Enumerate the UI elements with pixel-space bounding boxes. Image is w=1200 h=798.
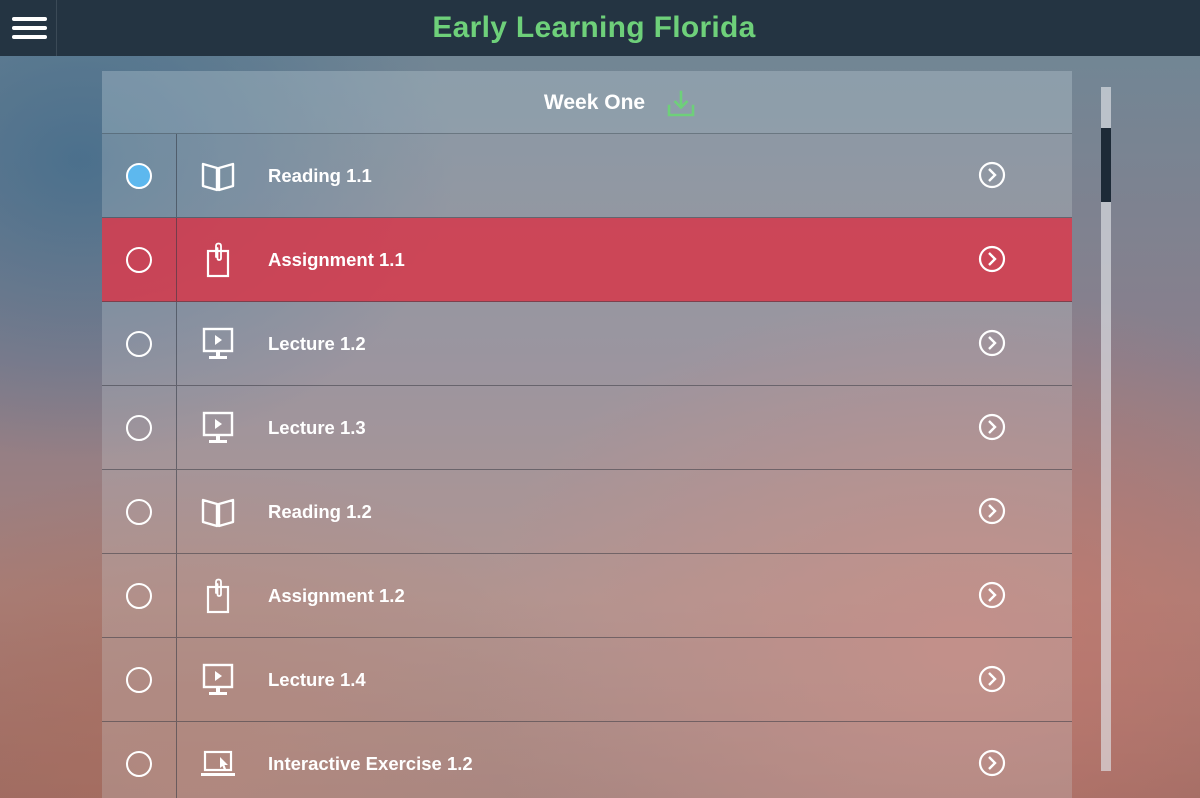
- open-book-icon: [200, 158, 236, 194]
- list-item[interactable]: Lecture 1.2: [102, 302, 1072, 386]
- week-header: Week One: [102, 71, 1072, 134]
- list-item[interactable]: Assignment 1.2: [102, 554, 1072, 638]
- completion-radio[interactable]: [126, 750, 152, 777]
- monitor-play-icon: [200, 326, 236, 362]
- completion-radio[interactable]: [126, 246, 152, 273]
- module-list: Reading 1.1 Assignment 1.1 Lecture 1.2 Lect…: [102, 134, 1072, 798]
- item-label: Reading 1.2: [268, 500, 372, 522]
- laptop-cursor-icon: [200, 746, 236, 782]
- row-divider: [176, 470, 177, 553]
- list-item[interactable]: Interactive Exercise 1.2: [102, 722, 1072, 798]
- item-label: Lecture 1.3: [268, 416, 366, 438]
- open-book-icon: [200, 494, 236, 530]
- item-label: Reading 1.1: [268, 164, 372, 186]
- week-title: Week One: [543, 91, 646, 114]
- row-divider: [176, 638, 177, 721]
- row-divider: [176, 554, 177, 637]
- chevron-circle-right-icon[interactable]: [978, 749, 1006, 777]
- completion-radio[interactable]: [126, 498, 152, 525]
- chevron-circle-right-icon[interactable]: [978, 245, 1006, 273]
- chevron-circle-right-icon[interactable]: [978, 665, 1006, 693]
- clipboard-paperclip-icon: [200, 578, 236, 614]
- week-panel: Week One Reading 1.1 Assignment 1.1 Lectur…: [102, 71, 1072, 798]
- chevron-circle-right-icon[interactable]: [978, 413, 1006, 441]
- item-label: Lecture 1.4: [268, 668, 366, 690]
- chevron-circle-right-icon[interactable]: [978, 581, 1006, 609]
- clipboard-paperclip-icon: [200, 242, 236, 278]
- row-divider: [176, 134, 177, 217]
- list-item[interactable]: Assignment 1.1: [102, 218, 1072, 302]
- completion-radio[interactable]: [126, 414, 152, 441]
- chevron-circle-right-icon[interactable]: [978, 329, 1006, 357]
- scrollbar[interactable]: [1101, 87, 1111, 771]
- chevron-circle-right-icon[interactable]: [978, 497, 1006, 525]
- row-divider: [176, 386, 177, 469]
- completion-radio[interactable]: [126, 666, 152, 693]
- list-item[interactable]: Reading 1.1: [102, 134, 1072, 218]
- item-label: Lecture 1.2: [268, 332, 366, 354]
- list-item[interactable]: Reading 1.2: [102, 470, 1072, 554]
- completion-radio[interactable]: [126, 582, 152, 609]
- completion-radio[interactable]: [126, 162, 152, 189]
- download-icon[interactable]: [666, 89, 696, 119]
- completion-radio[interactable]: [126, 330, 152, 357]
- item-label: Assignment 1.2: [268, 584, 405, 606]
- list-item[interactable]: Lecture 1.4: [102, 638, 1072, 722]
- chevron-circle-right-icon[interactable]: [978, 161, 1006, 189]
- item-label: Interactive Exercise 1.2: [268, 752, 473, 774]
- row-divider: [176, 218, 177, 301]
- row-divider: [176, 302, 177, 385]
- row-divider: [176, 722, 177, 798]
- monitor-play-icon: [200, 662, 236, 698]
- monitor-play-icon: [200, 410, 236, 446]
- top-bar: Early Learning Florida: [0, 0, 1200, 56]
- list-item[interactable]: Lecture 1.3: [102, 386, 1072, 470]
- item-label: Assignment 1.1: [268, 248, 405, 270]
- app-title: Early Learning Florida: [432, 11, 756, 44]
- scrollbar-thumb[interactable]: [1101, 128, 1111, 202]
